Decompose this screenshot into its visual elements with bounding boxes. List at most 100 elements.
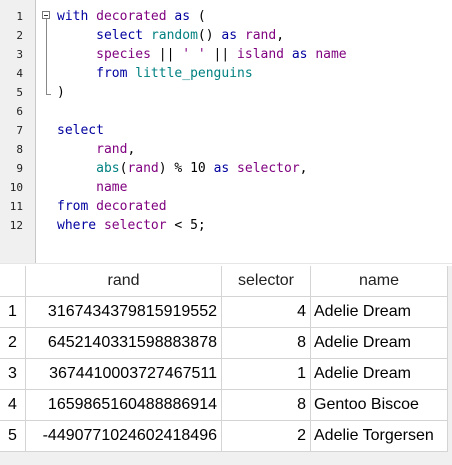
code-token: decorated [96,199,167,214]
code-token: species [96,47,151,62]
cell-selector[interactable]: 4 [222,297,311,328]
code-token: 10 [190,161,206,176]
code-token: as [174,9,191,24]
row-number[interactable]: 3 [0,359,26,390]
row-number[interactable]: 1 [0,297,26,328]
row-number[interactable]: 4 [0,390,26,421]
code-token: selector [237,161,300,176]
code-token: ; [197,218,206,233]
line-number: 5 [16,86,23,99]
code-token: island [237,47,285,62]
code-line[interactable]: name [57,178,127,197]
code-token: rand [96,142,128,157]
code-token: () [197,28,222,43]
sql-editor[interactable]: 1 2 3 4 5 6 7 8 9 10 11 12 with decorate… [0,0,452,264]
cell-selector[interactable]: 2 [222,421,311,452]
cell-selector[interactable]: 8 [222,390,311,421]
code-line[interactable]: select [57,121,104,140]
row-number[interactable]: 5 [0,421,26,452]
column-header-selector[interactable]: selector [222,266,311,297]
cell-name[interactable]: Adelie Dream [311,328,448,359]
code-token: || [150,47,183,62]
cell-name[interactable]: Adelie Dream [311,359,448,390]
cell-name[interactable]: Gentoo Biscoe [311,390,448,421]
code-line[interactable]: abs(rand) % 10 as selector, [57,159,308,178]
line-number: 3 [16,48,23,61]
cell-rand[interactable]: 1659865160488886914 [26,390,222,421]
code-token: as [291,47,308,62]
line-number: 7 [16,124,23,137]
code-line[interactable]: ) [57,83,65,102]
code-token: random [150,28,198,43]
code-line[interactable]: select random() as rand, [57,26,284,45]
cell-selector[interactable]: 8 [222,328,311,359]
line-number: 9 [16,162,23,175]
code-token: 5 [190,218,198,233]
row-number[interactable]: 2 [0,328,26,359]
code-token: with [57,9,89,24]
line-number: 10 [9,181,23,194]
code-token: from [57,199,89,214]
grid-corner[interactable] [0,266,26,297]
code-token: name [96,180,128,195]
fold-guide [46,16,47,95]
code-token: || [205,47,238,62]
code-line[interactable]: from little_penguins [57,64,253,83]
code-token: ' ' [182,47,206,62]
code-line[interactable]: where selector < 5; [57,216,206,235]
code-token: decorated [96,9,167,24]
code-token: selector [103,218,167,233]
cell-rand[interactable]: -4490771024602418496 [26,421,222,452]
line-number: 1 [16,10,23,23]
cell-rand[interactable]: 6452140331598883878 [26,328,222,359]
column-header-name[interactable]: name [311,266,448,297]
cell-name[interactable]: Adelie Dream [311,297,448,328]
code-token: < [166,218,191,233]
code-token: where [57,218,97,233]
code-token: as [213,161,230,176]
code-token: as [221,28,238,43]
code-token: , [299,161,308,176]
code-token: rand [244,28,277,43]
line-number: 4 [16,67,23,80]
code-line[interactable]: species || ' ' || island as name [57,45,347,64]
code-line[interactable]: from decorated [57,197,167,216]
code-token: ) % [158,161,191,176]
line-number: 12 [9,219,23,232]
column-header-rand[interactable]: rand [26,266,222,297]
cell-rand[interactable]: 3674410003727467511 [26,359,222,390]
code-token: abs [96,161,120,176]
code-token: ( [190,9,206,24]
line-number: 2 [16,29,23,42]
line-number: 8 [16,143,23,156]
code-line[interactable]: rand, [57,140,135,159]
code-token: rand [127,161,159,176]
code-token: name [315,47,347,62]
code-token: from [96,66,128,81]
code-token: little_penguins [135,66,253,81]
code-token: select [57,123,104,138]
cell-selector[interactable]: 1 [222,359,311,390]
code-token: ) [57,85,65,100]
fold-collapse-icon[interactable] [42,11,50,19]
code-line[interactable]: with decorated as ( [57,7,206,26]
line-number: 6 [16,105,23,118]
cell-name[interactable]: Adelie Torgersen [311,421,448,452]
cell-rand[interactable]: 3167434379815919552 [26,297,222,328]
results-grid[interactable]: rand selector name 1 3167434379815919552… [0,266,452,465]
fold-end-marker [46,94,51,95]
code-token: , [127,142,136,157]
